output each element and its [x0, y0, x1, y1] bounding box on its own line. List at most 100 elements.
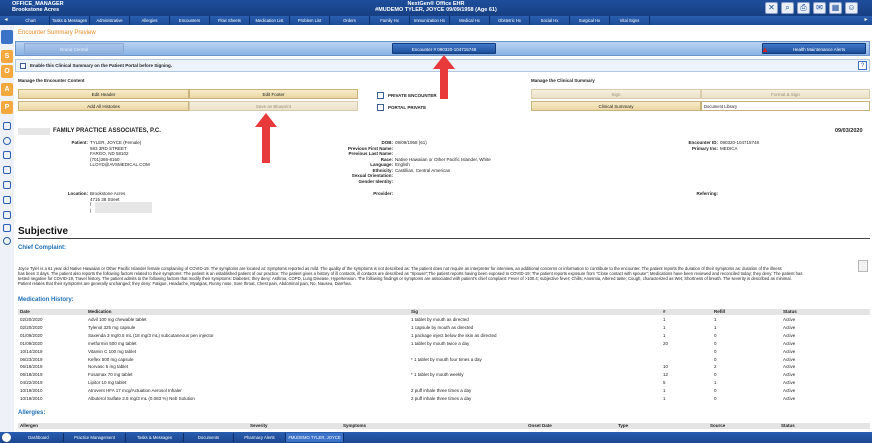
soap-o-button[interactable]: O [1, 65, 13, 78]
health-maintenance-alerts-button[interactable]: ▲ Health Maintenance Alerts [761, 43, 866, 54]
cell-qty: 12 [663, 372, 669, 378]
menu-surgical-hx[interactable]: Surgical Hx [570, 16, 610, 25]
home-icon[interactable] [2, 433, 11, 442]
soap-a-button[interactable]: A [1, 83, 13, 96]
portal-private-checkbox[interactable] [377, 104, 384, 111]
tab-pharmacy-alerts[interactable]: Pharmacy Alerts [234, 433, 286, 442]
cell-status: Active [783, 317, 796, 322]
grand-central-button[interactable]: Grand Central [24, 43, 124, 54]
col-status: Status [783, 309, 797, 314]
cell-refill: 0 [714, 396, 717, 401]
cell-medication: Lipitor 10 mg tablet [88, 380, 127, 386]
menu-orders[interactable]: Orders [330, 16, 370, 25]
cell-qty: 1 [663, 317, 666, 322]
edit-header-button[interactable]: Edit Header [18, 89, 189, 99]
cell-qty: 20 [663, 340, 669, 346]
tab-documents[interactable]: Documents [184, 433, 234, 442]
search-icon[interactable]: ⌕ [781, 2, 794, 14]
tab-practice-management[interactable]: Practice Management [64, 433, 126, 442]
search-icon[interactable] [3, 137, 11, 145]
portal-enable-checkbox[interactable] [20, 63, 26, 69]
table-row: 04/22/2019 Lipitor 10 mg tablet 5 1 Active [18, 380, 870, 387]
clipboard-icon[interactable] [3, 151, 11, 159]
cell-refill: 0 [714, 356, 717, 362]
menu-tasks-messages[interactable]: Tasks & Messages [50, 16, 90, 25]
format-sign-button[interactable]: Format & Sign [701, 89, 870, 99]
sign-button[interactable]: Sign [531, 89, 701, 99]
menu-encounters[interactable]: Encounters [170, 16, 210, 25]
list-icon[interactable] [3, 181, 11, 189]
ethnicity-value: Castillian, Central American [395, 167, 451, 173]
table-row: 10/19/2010 Albuterol Sulfate 2.5 mg/3 mL … [18, 396, 870, 403]
calendar-icon[interactable] [3, 196, 11, 204]
clock-icon[interactable] [3, 237, 11, 245]
tab-tasks-messages[interactable]: Tasks & Messages [126, 433, 184, 442]
col-status: Status [781, 423, 795, 428]
soap-s-button[interactable]: S [1, 50, 13, 63]
col-source: Source [710, 423, 726, 428]
table-header [18, 423, 870, 429]
cell-medication: Norvasc 5 mg tablet [88, 364, 129, 370]
cell-refill: 2 [714, 364, 717, 370]
stethoscope-icon[interactable] [3, 122, 11, 130]
menu-vital-signs[interactable]: Vital Signs [610, 16, 650, 25]
left-rail: S O A P [0, 25, 14, 432]
menu-icon[interactable] [1, 30, 13, 44]
copy-icon[interactable] [858, 260, 868, 272]
menu-administrative[interactable]: Administrative [90, 16, 130, 25]
back-arrow-icon[interactable]: ◂ [0, 16, 12, 25]
menu-chart[interactable]: Chart [12, 16, 50, 25]
menu-flow-sheets[interactable]: Flow Sheets [210, 16, 250, 25]
patient-banner[interactable]: #MUDEMO TYLER, JOYCE 09/09/1958 (Age 61) [0, 7, 872, 13]
cell-qty: 5 [663, 380, 666, 386]
cell-status: Active [783, 356, 796, 362]
user-icon[interactable]: ☺ [845, 2, 858, 14]
menu-problem-list[interactable]: Problem List [290, 16, 330, 25]
table-row: 06/18/2019 Norvasc 5 mg tablet 10 2 Active [18, 364, 870, 371]
menu-medication-list[interactable]: Medication List [250, 16, 290, 25]
app-header: NextGen® Office EHR #MUDEMO TYLER, JOYCE… [0, 1, 872, 13]
menu-medical-hx[interactable]: Medical Hx [450, 16, 490, 25]
menu-family-hx[interactable]: Family Hx [370, 16, 410, 25]
chart-menu-bar: ◂ Chart Tasks & Messages Administrative … [0, 16, 872, 25]
col-date: Date [20, 309, 30, 314]
col-medication: Medication [88, 309, 112, 314]
help-icon[interactable]: ? [858, 61, 867, 70]
clinical-summary-button[interactable]: Clinical Summary [531, 101, 701, 111]
add-all-histories-button[interactable]: Add All Histories [18, 101, 189, 111]
menu-social-hx[interactable]: Social Hx [530, 16, 570, 25]
tab-dashboard[interactable]: Dashboard [14, 433, 64, 442]
forward-arrow-icon[interactable]: ▸ [860, 16, 872, 25]
calendar-icon[interactable]: ▦ [829, 2, 842, 14]
cell-medication: Atrovent HFA 17 mcg/Actuation Aerosol In… [88, 388, 182, 394]
table-header [18, 309, 870, 315]
private-encounter-checkbox[interactable] [377, 92, 384, 99]
print-icon[interactable]: ⎙ [797, 2, 810, 14]
chief-complaint-line: Patient relates that their symptoms are … [18, 281, 352, 286]
referring-label: Referring: [696, 191, 718, 196]
menu-immunization-hx[interactable]: Immunization Hx [410, 16, 450, 25]
practice-name: FAMILY PRACTICE ASSOCIATES, P.C. [53, 128, 161, 134]
chart-icon[interactable] [3, 224, 11, 232]
table-row: 02/20/2020 Tylenol 325 mg capsule 1 capsul… [18, 325, 870, 332]
cell-date: 02/20/2020 [20, 317, 43, 322]
mail-icon[interactable]: ✉ [813, 2, 826, 14]
menu-allergies[interactable]: Allergies [130, 16, 170, 25]
document-library-dropdown[interactable]: Document Library [701, 101, 870, 111]
close-icon[interactable]: ✕ [765, 2, 778, 14]
document-icon[interactable] [3, 166, 11, 174]
checklist-icon[interactable] [3, 211, 11, 219]
col-qty: # [663, 309, 666, 314]
cell-sig: 1 tablet by mouth twice a day [411, 340, 470, 346]
soap-p-button[interactable]: P [1, 101, 13, 114]
cell-qty: 1 [663, 332, 666, 338]
cell-sig: 2 puff inhale three times a day [411, 396, 472, 401]
encounter-toolbar: Grand Central Encounter # 090320-1047157… [15, 41, 870, 56]
tab-patient-chart[interactable]: #MUDEMO TYLER, JOYCE [286, 433, 344, 442]
menu-obstetric-hx[interactable]: Obstetric Hx [490, 16, 530, 25]
encounter-number-button[interactable]: Encounter # 090320-104715748 [392, 43, 496, 54]
col-onset-date: Onset Date [528, 423, 552, 428]
save-as-blueprint-button[interactable]: Save as Blueprint [189, 101, 358, 111]
table-row: 01/09/2020 metformin 500 mg tablet 1 table… [18, 341, 870, 348]
edit-footer-button[interactable]: Edit Footer [189, 89, 358, 99]
